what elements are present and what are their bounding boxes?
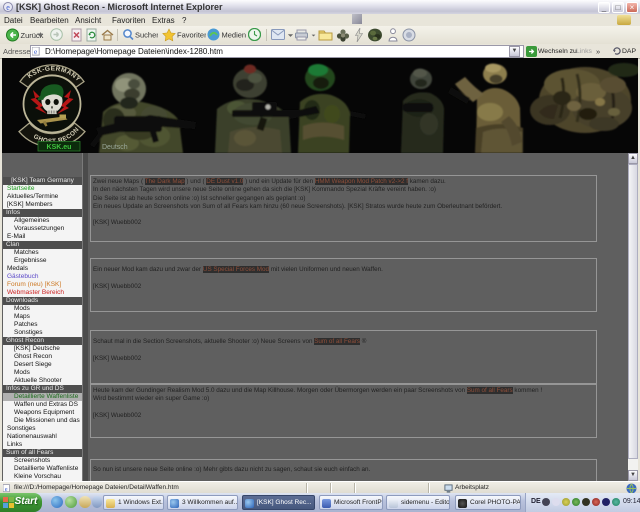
svg-text:Suchen: Suchen <box>135 31 158 40</box>
svg-text:e: e <box>6 3 10 12</box>
svg-text:e: e <box>5 486 8 493</box>
svg-text:Deutsch: Deutsch <box>102 144 128 151</box>
svg-text:Favoriten: Favoriten <box>177 31 206 40</box>
svg-text:KSK.eu: KSK.eu <box>47 144 72 151</box>
svg-text:e: e <box>34 48 37 56</box>
svg-text:Medien: Medien <box>222 31 247 40</box>
